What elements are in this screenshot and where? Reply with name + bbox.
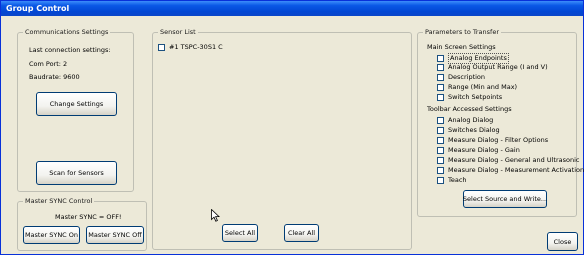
- range-label: Range (Min and Max): [448, 83, 518, 91]
- sensor-item-1-label: #1 TSPC-30S1 C: [169, 43, 223, 51]
- param-analog-dialog[interactable]: Analog Dialog: [437, 116, 493, 125]
- general-ultrasonic-label: Measure Dialog - General and Ultrasonic: [448, 156, 580, 164]
- change-settings-button[interactable]: Change Settings: [36, 92, 117, 116]
- parameters-to-transfer-group: Parameters to Transfer Main Screen Setti…: [417, 28, 584, 217]
- gain-checkbox[interactable]: [437, 147, 444, 154]
- description-label: Description: [448, 73, 486, 81]
- param-filter-options[interactable]: Measure Dialog - Filter Options: [437, 136, 548, 145]
- sensor-list-group: Sensor List #1 TSPC-30S1 C Select All Cl…: [152, 28, 412, 250]
- param-switches-dialog[interactable]: Switches Dialog: [437, 126, 500, 135]
- param-gain[interactable]: Measure Dialog - Gain: [437, 146, 520, 155]
- sensor-list-legend: Sensor List: [158, 28, 198, 37]
- master-sync-group: Master SYNC Control Master SYNC = OFF! M…: [17, 197, 147, 251]
- param-general-ultrasonic[interactable]: Measure Dialog - General and Ultrasonic: [437, 156, 579, 165]
- param-teach[interactable]: Teach: [437, 176, 467, 185]
- main-screen-settings-heading: Main Screen Settings: [427, 43, 496, 51]
- switch-setpoints-label: Switch Setpoints: [448, 93, 503, 101]
- switches-dialog-checkbox[interactable]: [437, 127, 444, 134]
- param-range[interactable]: Range (Min and Max): [437, 83, 517, 92]
- gain-label: Measure Dialog - Gain: [448, 146, 520, 154]
- range-checkbox[interactable]: [437, 84, 444, 91]
- teach-label: Teach: [448, 176, 467, 184]
- com-port-label: Com Port: 2: [29, 60, 68, 68]
- description-checkbox[interactable]: [437, 74, 444, 81]
- communications-settings-legend: Communications Settings: [23, 28, 111, 37]
- analog-output-range-label: Analog Output Range (I and V): [448, 63, 548, 71]
- filter-options-label: Measure Dialog - Filter Options: [448, 136, 549, 144]
- measurement-activation-label: Measure Dialog - Measurement Activation: [448, 166, 584, 174]
- analog-output-range-checkbox[interactable]: [437, 64, 444, 71]
- measurement-activation-checkbox[interactable]: [437, 167, 444, 174]
- master-sync-off-button[interactable]: Master SYNC Off: [86, 226, 144, 244]
- general-ultrasonic-checkbox[interactable]: [437, 157, 444, 164]
- toolbar-accessed-settings-heading: Toolbar Accessed Settings: [427, 105, 512, 113]
- switches-dialog-label: Switches Dialog: [448, 126, 500, 134]
- communications-settings-group: Communications Settings Last connection …: [17, 28, 134, 192]
- filter-options-checkbox[interactable]: [437, 137, 444, 144]
- baudrate-label: Baudrate: 9600: [29, 73, 80, 81]
- analog-endpoints-checkbox[interactable]: [437, 55, 444, 62]
- title-bar[interactable]: Group Control: [1, 1, 583, 16]
- scan-for-sensors-button[interactable]: Scan for Sensors: [36, 161, 117, 185]
- param-analog-output-range[interactable]: Analog Output Range (I and V): [437, 63, 548, 72]
- analog-dialog-checkbox[interactable]: [437, 117, 444, 124]
- close-button[interactable]: Close: [547, 232, 578, 251]
- last-connection-label: Last connection settings:: [29, 46, 111, 54]
- switch-setpoints-checkbox[interactable]: [437, 94, 444, 101]
- sensor-item-1-checkbox[interactable]: [158, 44, 165, 51]
- master-sync-status: Master SYNC = OFF!: [55, 213, 122, 221]
- parameters-legend: Parameters to Transfer: [423, 28, 501, 37]
- clear-all-button[interactable]: Clear All: [284, 224, 319, 242]
- teach-checkbox[interactable]: [437, 177, 444, 184]
- select-all-button[interactable]: Select All: [222, 224, 258, 242]
- sensor-item-1[interactable]: #1 TSPC-30S1 C: [158, 43, 223, 52]
- window-title: Group Control: [6, 4, 70, 13]
- group-control-window: Group Control Communications Settings La…: [0, 0, 584, 255]
- param-switch-setpoints[interactable]: Switch Setpoints: [437, 93, 502, 102]
- analog-dialog-label: Analog Dialog: [448, 116, 494, 124]
- param-description[interactable]: Description: [437, 73, 485, 82]
- param-measurement-activation[interactable]: Measure Dialog - Measurement Activation: [437, 166, 584, 175]
- select-source-and-write-button[interactable]: Select Source and Write...: [463, 190, 547, 208]
- master-sync-on-button[interactable]: Master SYNC On: [23, 226, 80, 244]
- mouse-pointer-icon: [211, 209, 220, 222]
- master-sync-legend: Master SYNC Control: [23, 197, 95, 206]
